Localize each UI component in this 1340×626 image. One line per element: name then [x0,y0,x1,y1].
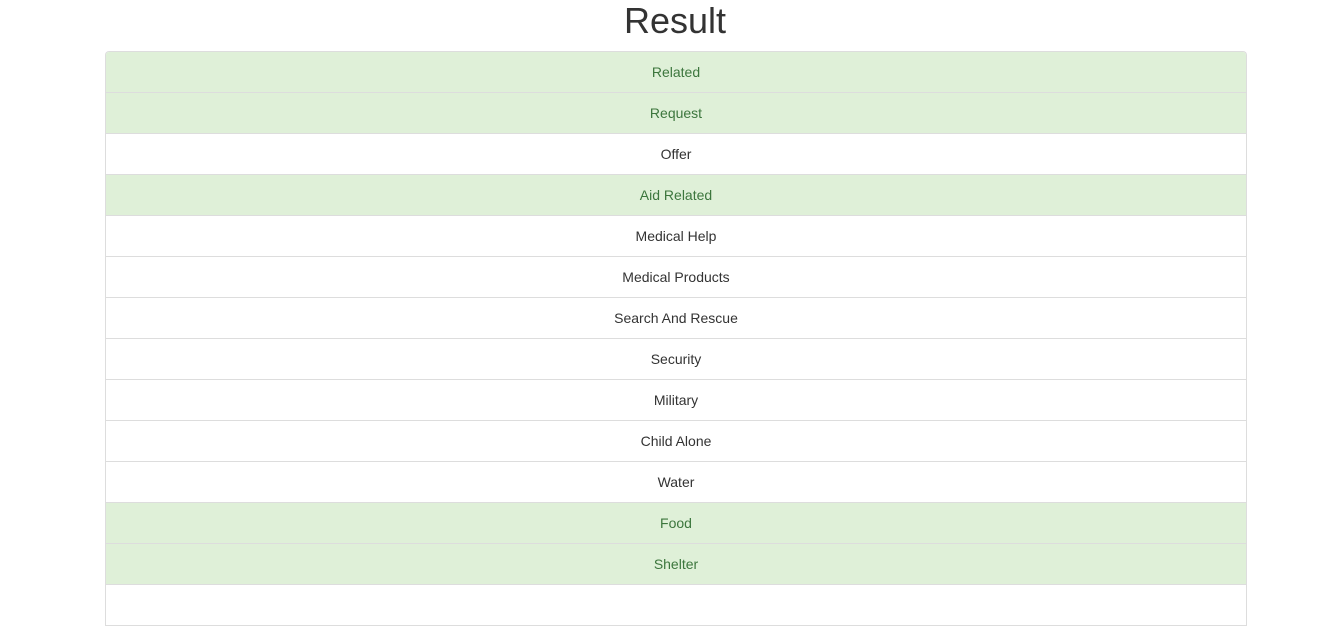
list-item: Medical Products [106,257,1246,298]
list-item: Military [106,380,1246,421]
list-item: Water [106,462,1246,503]
list-item: Aid Related [106,175,1246,216]
list-item: Related [106,52,1246,93]
list-item: Security [106,339,1246,380]
page-title: Result [623,0,727,41]
list-item: Food [106,503,1246,544]
list-item: Shelter [106,544,1246,585]
list-item [106,585,1246,626]
list-item: Offer [106,134,1246,175]
list-item: Medical Help [106,216,1246,257]
results-list: Related Request Offer Aid Related Medica… [105,51,1247,626]
list-item: Search And Rescue [106,298,1246,339]
list-item: Request [106,93,1246,134]
list-item: Child Alone [106,421,1246,462]
